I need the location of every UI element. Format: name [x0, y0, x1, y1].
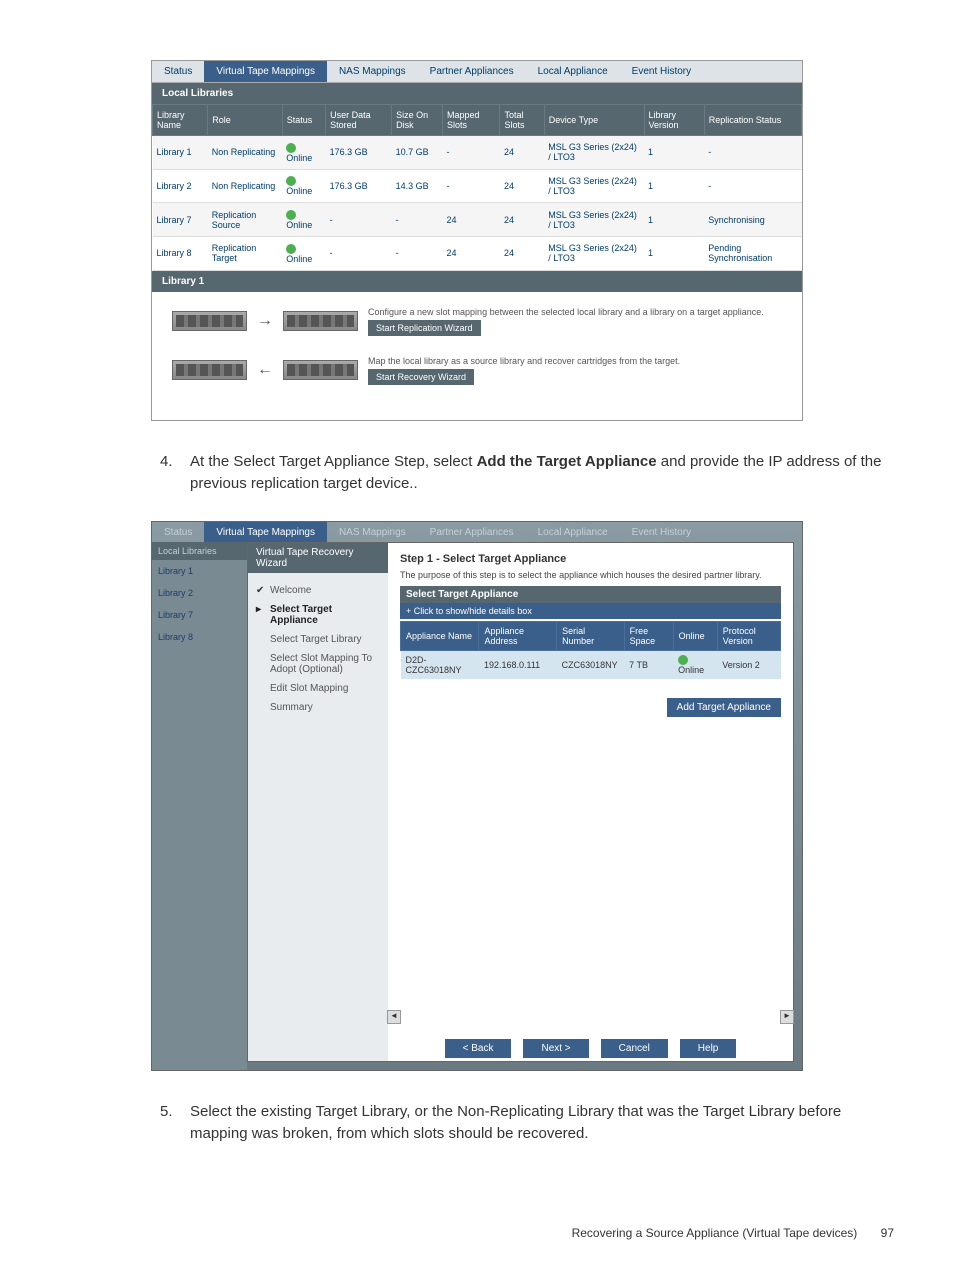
tab-partner-appliances[interactable]: Partner Appliances [418, 522, 526, 543]
step-5-text: 5. Select the existing Target Library, o… [190, 1101, 894, 1146]
online-status-icon [678, 655, 688, 665]
arrow-left-icon: ← [257, 361, 273, 379]
help-button[interactable]: Help [680, 1039, 737, 1058]
col-user-data-stored: User Data Stored [326, 105, 392, 136]
scroll-bar[interactable]: ◄ ► [387, 1010, 794, 1025]
tab-local-appliance[interactable]: Local Appliance [526, 61, 620, 82]
wizard-dialog: Virtual Tape Recovery Wizard WelcomeSele… [247, 542, 794, 1062]
wizard-step-item: Select Target Library [256, 630, 380, 649]
arrow-right-icon: → [257, 312, 273, 330]
col-serial-number: Serial Number [557, 621, 625, 650]
tab-status[interactable]: Status [152, 522, 204, 543]
scroll-left-icon[interactable]: ◄ [387, 1010, 401, 1024]
wizard-dialog-title: Virtual Tape Recovery Wizard [248, 543, 388, 573]
col-total-slots: Total Slots [500, 105, 544, 136]
col-appliance-name: Appliance Name [401, 621, 479, 650]
tab-nas-mappings[interactable]: NAS Mappings [327, 61, 418, 82]
device-icon [172, 360, 247, 380]
screenshot-recovery-wizard: Status Virtual Tape Mappings NAS Mapping… [151, 521, 803, 1071]
footer-title: Recovering a Source Appliance (Virtual T… [572, 1226, 858, 1240]
back-button[interactable]: < Back [445, 1039, 512, 1058]
step-5-number: 5. [160, 1101, 173, 1124]
col-replication-status: Replication Status [704, 105, 801, 136]
select-target-appliance-header: Select Target Appliance [400, 586, 781, 603]
tab-event-history[interactable]: Event History [620, 61, 703, 82]
wizard-step-item: Welcome [256, 581, 380, 600]
col-device-type: Device Type [544, 105, 644, 136]
table-row[interactable]: D2D-CZC63018NY 192.168.0.111 CZC63018NY … [401, 650, 781, 679]
device-icon [283, 311, 358, 331]
col-role: Role [208, 105, 282, 136]
selected-library-header: Library 1 [152, 271, 802, 292]
list-item[interactable]: Library 8 [152, 626, 247, 648]
col-appliance-address: Appliance Address [479, 621, 557, 650]
table-row[interactable]: Library 8Replication TargetOnline--2424M… [153, 236, 802, 270]
tab-nas-mappings[interactable]: NAS Mappings [327, 522, 418, 543]
col-library-name: Library Name [153, 105, 208, 136]
col-status: Status [282, 105, 325, 136]
local-libraries-header: Local Libraries [152, 83, 802, 104]
appliances-table: Appliance Name Appliance Address Serial … [400, 621, 781, 680]
wizard-step-desc: The purpose of this step is to select th… [400, 570, 781, 580]
cancel-button[interactable]: Cancel [601, 1039, 668, 1058]
col-online: Online [673, 621, 717, 650]
recovery-wizard-row: ← Map the local library as a source libr… [172, 356, 782, 385]
tab-local-appliance[interactable]: Local Appliance [526, 522, 620, 543]
library-detail-panel: → Configure a new slot mapping between t… [152, 292, 802, 420]
step-4-text: 4. At the Select Target Appliance Step, … [190, 451, 894, 496]
start-replication-wizard-button[interactable]: Start Replication Wizard [368, 320, 481, 336]
background-left-panel: Local Libraries Library 1Library 2Librar… [152, 542, 247, 1070]
wizard-step-item: Select Slot Mapping To Adopt (Optional) [256, 649, 380, 679]
details-toggle-button[interactable]: + Click to show/hide details box [400, 603, 781, 619]
table-row[interactable]: Library 2Non ReplicatingOnline176.3 GB14… [153, 169, 802, 203]
device-icon [283, 360, 358, 380]
table-row[interactable]: Library 7Replication SourceOnline--2424M… [153, 203, 802, 237]
replication-desc: Configure a new slot mapping between the… [368, 307, 782, 317]
tab-partner-appliances[interactable]: Partner Appliances [418, 61, 526, 82]
libraries-table: Library Name Role Status User Data Store… [152, 104, 802, 271]
tab-bar: Status Virtual Tape Mappings NAS Mapping… [152, 522, 802, 543]
replication-wizard-row: → Configure a new slot mapping between t… [172, 307, 782, 336]
col-free-space: Free Space [624, 621, 673, 650]
tab-event-history[interactable]: Event History [620, 522, 703, 543]
next-button[interactable]: Next > [523, 1039, 588, 1058]
page-number: 97 [881, 1226, 894, 1240]
wizard-step-item: Edit Slot Mapping [256, 679, 380, 698]
list-item[interactable]: Library 1 [152, 560, 247, 582]
wizard-step-title: Step 1 - Select Target Appliance [400, 553, 781, 565]
wizard-step-item: Select Target Appliance [256, 600, 380, 630]
scroll-right-icon[interactable]: ► [780, 1010, 794, 1024]
device-icon [172, 311, 247, 331]
col-library-version: Library Version [644, 105, 704, 136]
recovery-desc: Map the local library as a source librar… [368, 356, 782, 366]
list-item[interactable]: Library 2 [152, 582, 247, 604]
tab-status[interactable]: Status [152, 61, 204, 82]
tab-virtual-tape-mappings[interactable]: Virtual Tape Mappings [204, 522, 327, 543]
add-target-appliance-button[interactable]: Add Target Appliance [667, 698, 781, 717]
page-footer: Recovering a Source Appliance (Virtual T… [60, 1226, 894, 1240]
start-recovery-wizard-button[interactable]: Start Recovery Wizard [368, 369, 474, 385]
step-4-number: 4. [160, 451, 173, 474]
wizard-step-item: Summary [256, 698, 380, 717]
col-mapped-slots: Mapped Slots [443, 105, 500, 136]
wizard-main-panel: Step 1 - Select Target Appliance The pur… [388, 543, 793, 1061]
tab-virtual-tape-mappings[interactable]: Virtual Tape Mappings [204, 61, 327, 82]
wizard-footer: < Back Next > Cancel Help [387, 1039, 794, 1058]
tab-bar: Status Virtual Tape Mappings NAS Mapping… [152, 61, 802, 83]
screenshot-virtual-tape-mappings: Status Virtual Tape Mappings NAS Mapping… [151, 60, 803, 421]
table-row[interactable]: Library 1Non ReplicatingOnline176.3 GB10… [153, 136, 802, 170]
list-item[interactable]: Library 7 [152, 604, 247, 626]
wizard-steps-sidebar: Virtual Tape Recovery Wizard WelcomeSele… [248, 543, 388, 1061]
local-libraries-header: Local Libraries [152, 542, 247, 560]
col-size-on-disk: Size On Disk [392, 105, 443, 136]
col-protocol-version: Protocol Version [717, 621, 780, 650]
